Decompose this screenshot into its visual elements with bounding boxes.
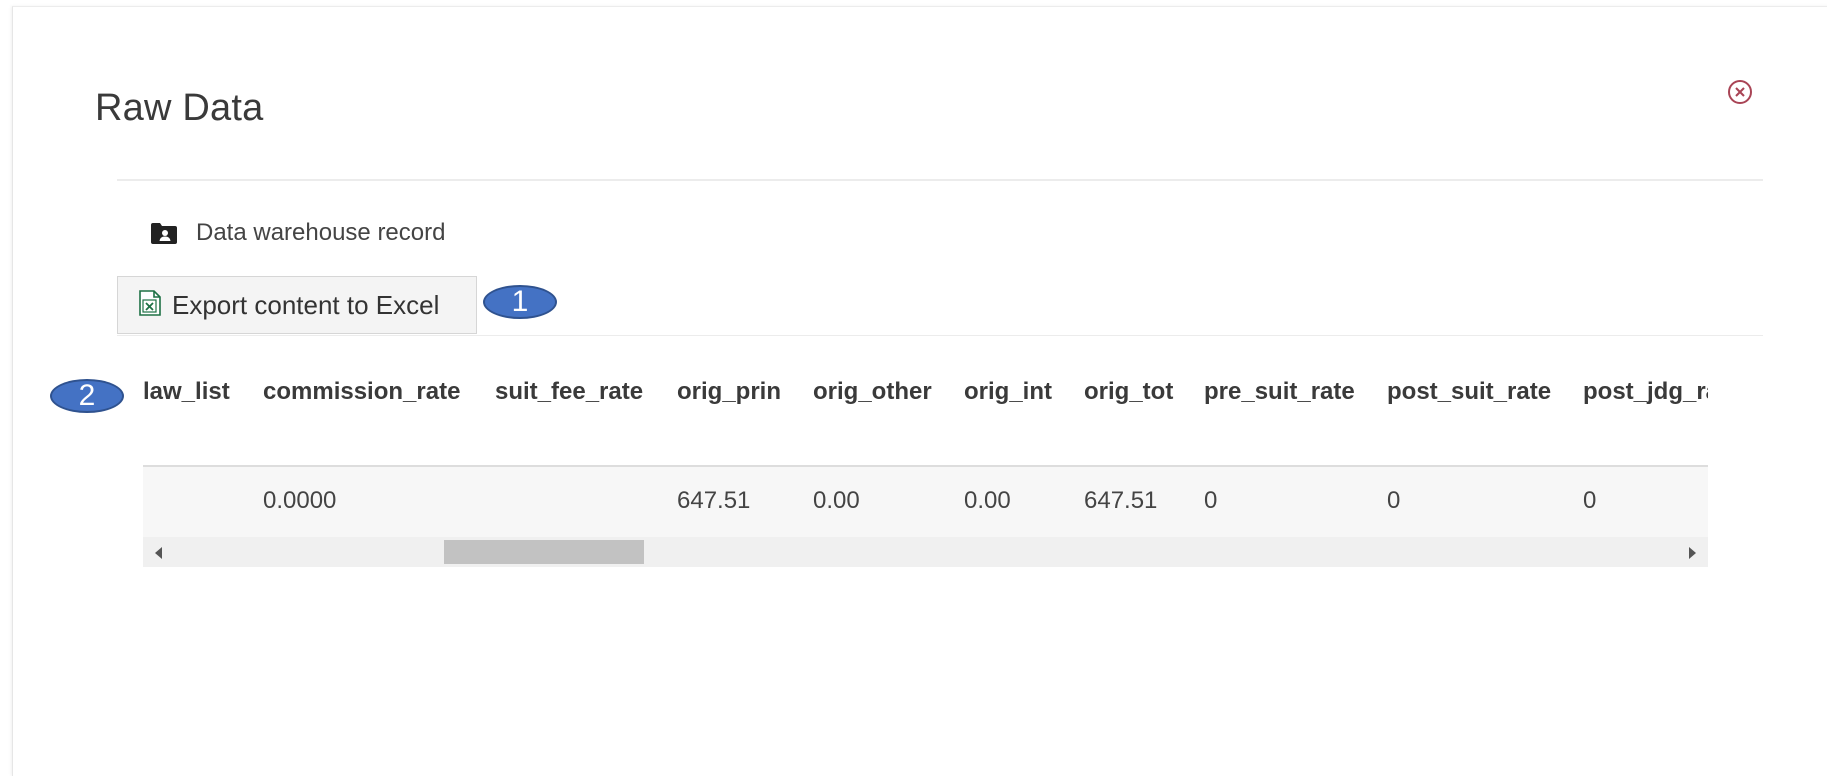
horizontal-scrollbar[interactable] [143,537,1708,567]
table-cell: 647.51 [1084,487,1158,514]
table-cell: 647.51 [677,487,751,514]
column-header[interactable]: commission_rate [263,378,460,406]
dialog-title: Raw Data [95,87,264,129]
column-header[interactable]: post_suit_rate [1387,378,1551,406]
column-header[interactable]: orig_tot [1084,378,1173,406]
export-excel-button[interactable]: Export content to Excel [117,276,477,334]
export-button-label: Export content to Excel [172,289,440,320]
record-label: Data warehouse record [196,219,446,246]
column-header[interactable]: orig_int [964,378,1052,406]
column-header[interactable]: orig_other [813,378,932,406]
column-header[interactable]: law_list [143,378,230,406]
table-header-row: law_list commission_rate suit_fee_rate o… [143,360,1708,467]
table-row: 0.0000 647.51 0.00 0.00 647.51 0 0 0 [143,467,1708,537]
annotation-callout-1: 1 [483,285,557,319]
table-cell: 0.00 [964,487,1011,514]
header-divider [117,179,1763,181]
column-header[interactable]: pre_suit_rate [1204,378,1355,406]
scrollbar-thumb[interactable] [444,540,644,564]
table-cell: 0 [1387,487,1401,514]
close-icon[interactable] [1726,78,1754,106]
record-heading: Data warehouse record [150,217,445,249]
folder-account-icon [150,221,178,245]
annotation-callout-2: 2 [50,379,124,413]
table-cell: 0 [1204,487,1218,514]
table-cell: 0 [1583,487,1597,514]
column-header[interactable]: orig_prin [677,378,781,406]
excel-icon [138,289,162,321]
column-header[interactable]: suit_fee_rate [495,378,643,406]
toolbar-divider [117,335,1763,336]
raw-data-table: law_list commission_rate suit_fee_rate o… [143,360,1708,570]
scroll-left-arrow-icon[interactable] [155,547,162,559]
column-header[interactable]: post_jdg_ra [1583,378,1708,406]
table-cell: 0.00 [813,487,860,514]
table-cell: 0.0000 [263,487,337,514]
scroll-right-arrow-icon[interactable] [1689,547,1696,559]
